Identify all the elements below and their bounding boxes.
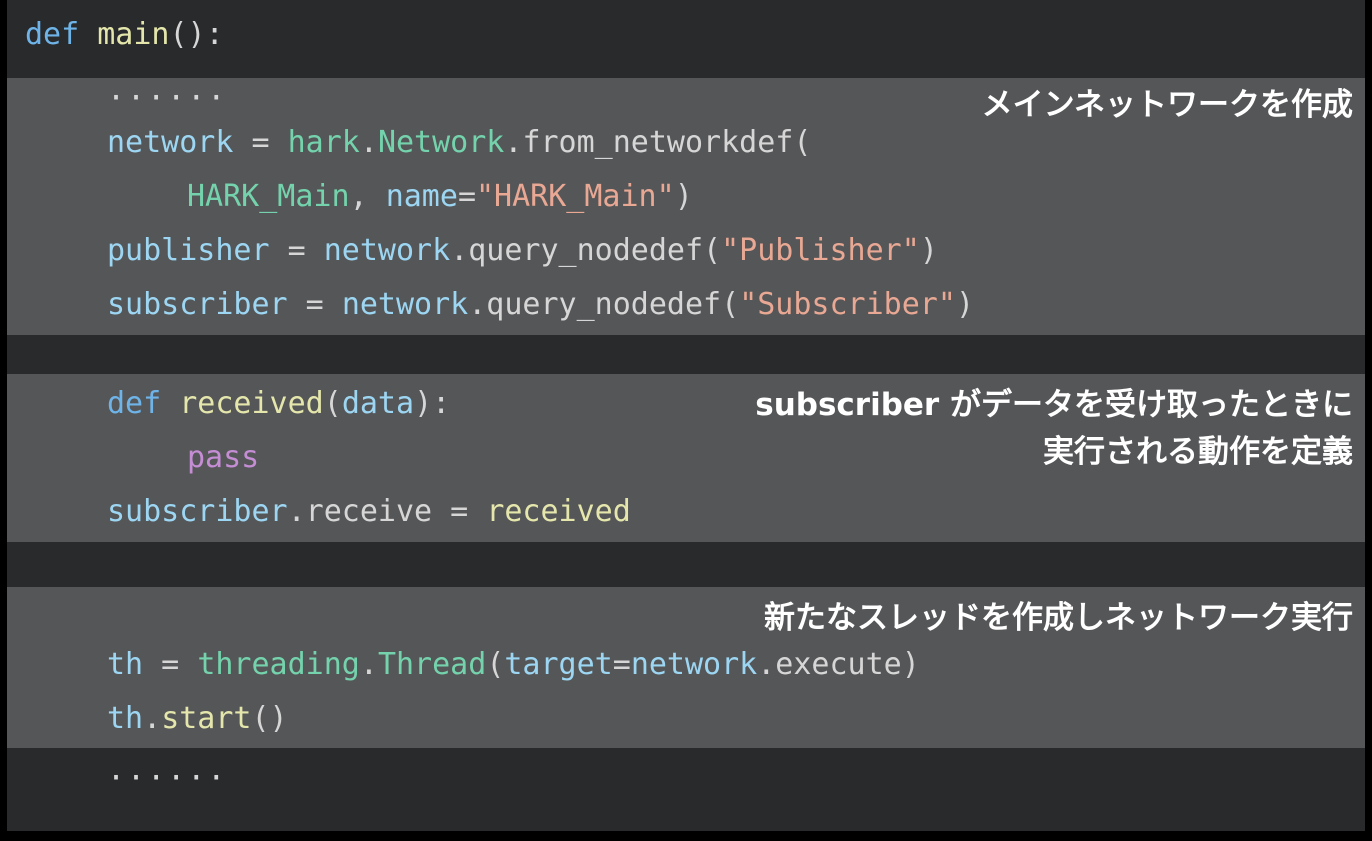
token-var-publisher: publisher (107, 233, 270, 268)
code-line-pass: pass (187, 441, 259, 475)
token-module-threading: threading (197, 647, 360, 682)
token-function-received: received (179, 386, 324, 421)
code-line-publisher: publisher = network.query_nodedef("Publi… (107, 234, 938, 268)
token-dot-3: . (359, 647, 378, 682)
code-line-thread-create: th = threading.Thread(target=network.exe… (107, 648, 920, 682)
token-call-query-nodedef-2: .query_nodedef( (468, 287, 740, 322)
code-line-def-received: def received(data): (107, 387, 450, 421)
token-rparen-1: ) (674, 179, 693, 214)
token-var-th: th (107, 647, 144, 682)
annotation-subscriber-callback: subscriber がデータを受け取ったときに 実行される動作を定義 (755, 387, 1353, 470)
code-line-subscriber: subscriber = network.query_nodedef("Subs… (107, 288, 974, 322)
token-lparen-1: ( (323, 386, 342, 421)
token-eq-1: = (457, 179, 476, 214)
slide-root: def main(): ······ network = hark.Networ… (0, 0, 1372, 841)
token-rparen-3: ) (955, 287, 974, 322)
token-rparen-4: ) (901, 647, 920, 682)
token-kwarg-name: name (385, 179, 458, 214)
token-var-subscriber: subscriber (107, 287, 288, 322)
token-var-network-2: network (323, 233, 451, 268)
token-var-network-4: network (630, 647, 758, 682)
token-class-thread: Thread (377, 647, 487, 682)
token-keyword-def-2: def (107, 386, 162, 421)
token-lparen-2: ( (486, 647, 505, 682)
token-assign-2: = (269, 233, 324, 268)
token-assign: = (233, 125, 288, 160)
token-var-network-3: network (341, 287, 469, 322)
token-function-received-ref: received (486, 494, 631, 529)
code-line-subscriber-receive: subscriber.receive = received (107, 495, 631, 529)
token-eq-2: = (612, 647, 631, 682)
token-assign-4: = (143, 647, 198, 682)
token-function-start: start (161, 701, 252, 736)
token-string-hark-main: "HARK_Main" (476, 179, 675, 214)
token-keyword-pass: pass (187, 440, 260, 475)
token-var-th-2: th (107, 701, 144, 736)
token-module-hark: hark (287, 125, 360, 160)
code-line-thread-start: th.start() (107, 702, 288, 736)
token-dot-1: . (359, 125, 378, 160)
token-assign-3: = (287, 287, 342, 322)
token-call-query-nodedef-1: .query_nodedef( (450, 233, 722, 268)
token-comma: , (349, 179, 386, 214)
token-start-tail: () (251, 701, 288, 736)
annotation-new-thread-execute: 新たなスレッドを作成しネットワーク実行 (764, 600, 1353, 636)
token-string-publisher: "Publisher" (721, 233, 920, 268)
token-space-2 (161, 386, 179, 421)
token-var-subscriber-2: subscriber (107, 494, 288, 529)
token-rparen-2: ) (919, 233, 938, 268)
token-function-main: main (97, 17, 170, 52)
code-line-network-assign: network = hark.Network.from_networkdef( (107, 126, 811, 160)
token-param-data: data (341, 386, 415, 421)
annotation-create-main-network: メインネットワークを作成 (981, 87, 1353, 123)
token-received-tail: ): (414, 386, 451, 421)
code-line-hark-main-arg: HARK_Main, name="HARK_Main") (187, 180, 693, 214)
token-dot-4: . (143, 701, 162, 736)
token-var-network: network (107, 125, 234, 160)
token-attr-receive: .receive = (287, 494, 487, 529)
token-call-from-networkdef: from_networkdef( (522, 125, 812, 160)
token-dot-2: . (504, 125, 523, 160)
token-attr-execute: .execute (757, 647, 902, 682)
code-line-ellipsis-bottom: ······ (107, 761, 228, 796)
token-keyword-def: def (25, 17, 80, 52)
token-main-tail: (): (169, 17, 224, 52)
code-canvas: def main(): ······ network = hark.Networ… (7, 0, 1365, 831)
token-kwarg-target: target (504, 647, 613, 682)
code-line-ellipsis-top: ······ (107, 81, 228, 116)
token-arg-hark-main: HARK_Main (187, 179, 350, 214)
token-string-subscriber: "Subscriber" (739, 287, 956, 322)
code-line-def-main: def main(): (25, 18, 224, 52)
token-class-network: Network (377, 125, 505, 160)
